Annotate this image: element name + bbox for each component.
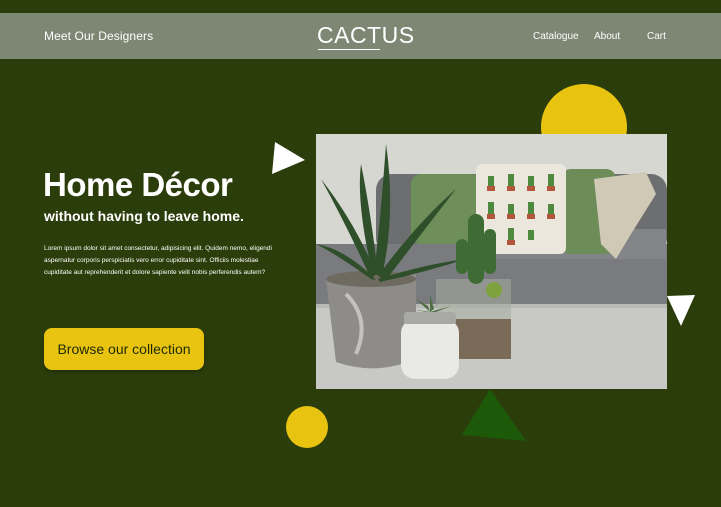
nav-link-cart[interactable]: Cart (647, 31, 666, 42)
brand-logo[interactable]: CACTUS (317, 22, 415, 49)
hero-photo (316, 134, 667, 389)
browse-collection-button[interactable]: Browse our collection (44, 328, 204, 370)
living-room-plants-image (316, 134, 667, 389)
green-triangle-decoration (462, 389, 526, 441)
nav-link-meet-our-designers[interactable]: Meet Our Designers (44, 29, 153, 43)
hero-subtitle: without having to leave home. (44, 208, 244, 224)
white-triangle-left-decoration (272, 142, 305, 174)
hero-title: Home Décor (43, 166, 233, 203)
hero-description: Lorem ipsum dolor sit amet consectetur, … (44, 245, 272, 276)
white-triangle-right-decoration (667, 295, 695, 326)
yellow-circle-bottom-decoration (286, 406, 328, 448)
nav-link-catalogue[interactable]: Catalogue (533, 31, 579, 42)
navbar: Meet Our Designers CACTUS Catalogue Abou… (0, 13, 721, 59)
brand-underline (318, 49, 380, 50)
top-strip (0, 0, 721, 13)
yellow-circle-top-decoration (541, 84, 627, 138)
nav-link-about[interactable]: About (594, 31, 620, 42)
